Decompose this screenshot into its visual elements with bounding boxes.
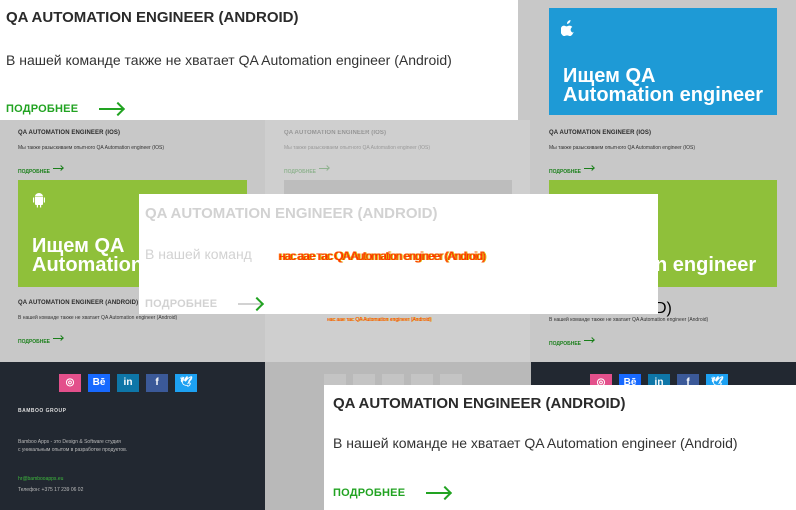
card-title: QA AUTOMATION ENGINEER (ANDROID) (333, 395, 626, 412)
card-text: В нашей команде не хватает QA Automation… (333, 435, 738, 451)
tile-line-2: Automation (32, 254, 144, 276)
arrow-right-icon (98, 107, 123, 110)
job-ios-left[interactable]: QA AUTOMATION ENGINEER (IOS) Мы также ра… (18, 130, 164, 178)
vacancy-card-bottom[interactable]: QA AUTOMATION ENGINEER (ANDROID) В нашей… (324, 385, 796, 510)
more-link[interactable]: ПОДРОБНЕЕ (333, 484, 450, 502)
arrow-right-icon (584, 168, 595, 170)
tile-line-2: n engineer (655, 254, 757, 276)
card-title: QA AUTOMATION ENGINEER (ANDROID) (145, 205, 438, 222)
arrow-right-icon (319, 168, 330, 170)
android-icon (32, 192, 46, 208)
arrow-right-icon (53, 338, 64, 340)
job-desc: Мы также разыскиваем опытного QA Automat… (549, 145, 696, 151)
arrow-right-icon (425, 491, 450, 494)
tile-line-2: Automation engineer (563, 84, 764, 106)
glitched-text-small: нас аае тас QA Automation engineer (Andr… (327, 317, 432, 323)
footer-phone: Телефон: +375 17 239 06 02 (18, 487, 84, 493)
job-ios-right[interactable]: QA AUTOMATION ENGINEER (IOS) Мы также ра… (549, 130, 695, 178)
more-link[interactable]: ПОДРОБНЕЕ (6, 100, 123, 118)
more-label: ПОДРОБНЕЕ (6, 102, 79, 115)
job-desc: Мы также разыскиваем опытного QA Automat… (284, 145, 431, 151)
apple-icon (561, 20, 575, 36)
arrow-right-icon (237, 302, 262, 305)
job-desc: В нашей команде также не хватает QA Auto… (18, 315, 178, 321)
footer-desc-2: с уникальным опытом в разработке продукт… (18, 447, 128, 453)
more-link[interactable]: ПОДРОБНЕЕ (284, 160, 430, 178)
vacancy-card-top[interactable]: QA AUTOMATION ENGINEER (ANDROID) В нашей… (0, 0, 518, 120)
more-link[interactable]: ПОДРОБНЕЕ (18, 330, 177, 348)
more-link[interactable]: ПОДРОБНЕЕ (18, 160, 164, 178)
job-android-right[interactable]: В нашей команде также не хватает QA Auto… (549, 317, 708, 350)
card-text: В нашей команде также не хватает QA Auto… (6, 52, 452, 68)
ios-vacancy-tile[interactable]: Ищем QA Automation engineer (549, 8, 777, 115)
more-link[interactable]: ПОДРОБНЕЕ (549, 160, 695, 178)
dribbble-icon[interactable]: ◎ (59, 374, 81, 392)
footer-email-link[interactable]: hr@bambooapps.eu (18, 476, 63, 482)
behance-icon[interactable]: Bē (88, 374, 110, 392)
job-title: QA AUTOMATION ENGINEER (IOS) (18, 130, 121, 136)
arrow-right-icon (53, 168, 64, 170)
vacancy-card-middle[interactable]: QA AUTOMATION ENGINEER (ANDROID) В нашей… (139, 194, 658, 314)
facebook-icon[interactable]: f (146, 374, 168, 392)
footer-brand: BAMBOO GROUP (18, 408, 67, 414)
twitter-icon[interactable]: 🕊 (175, 374, 197, 392)
job-desc: В нашей команде также не хватает QA Auto… (549, 317, 709, 323)
job-ios-middle[interactable]: QA AUTOMATION ENGINEER (IOS) Мы также ра… (284, 130, 430, 178)
more-label: ПОДРОБНЕЕ (145, 297, 218, 310)
card-text: В нашей команд (145, 246, 252, 262)
job-title: QA AUTOMATION ENGINEER (IOS) (284, 130, 387, 136)
more-label: ПОДРОБНЕЕ (333, 486, 406, 499)
card-title: QA AUTOMATION ENGINEER (ANDROID) (6, 9, 299, 26)
arrow-right-icon (584, 340, 595, 342)
more-link[interactable]: ПОДРОБНЕЕ (145, 295, 262, 313)
footer-desc-1: Bamboo Apps - это Design & Software студ… (18, 439, 121, 445)
job-title: QA AUTOMATION ENGINEER (IOS) (549, 130, 652, 136)
glitched-text: нас аае тас QA Automation engineer (Andr… (279, 249, 486, 263)
footer-left: ◎ Bē in f 🕊 BAMBOO GROUP Bamboo Apps - э… (0, 362, 265, 510)
linkedin-icon[interactable]: in (117, 374, 139, 392)
more-link[interactable]: ПОДРОБНЕЕ (549, 332, 708, 350)
job-desc: Мы также разыскиваем опытного QA Automat… (18, 145, 165, 151)
social-links: ◎ Bē in f 🕊 (59, 374, 197, 392)
